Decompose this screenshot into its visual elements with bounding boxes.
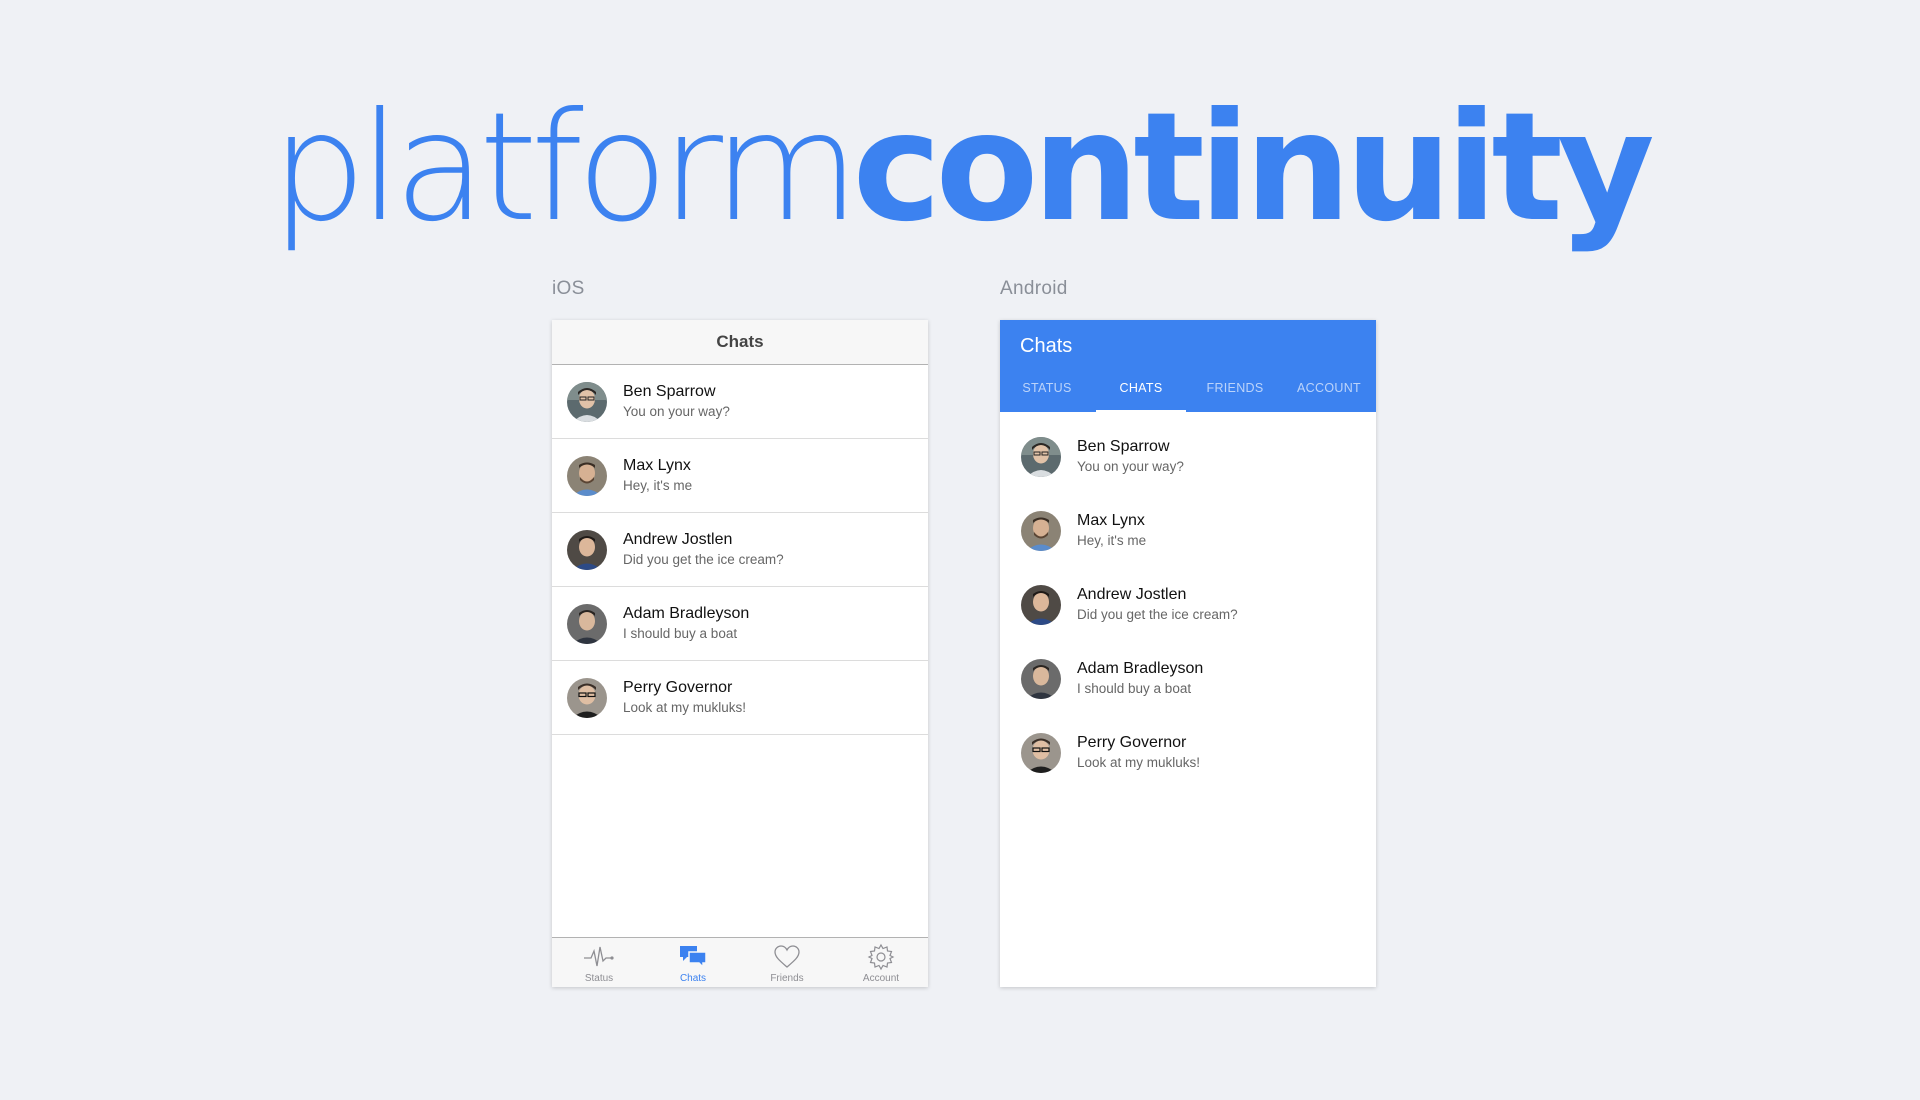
chat-text: Max Lynx Hey, it's me xyxy=(623,456,692,496)
chat-bubbles-icon xyxy=(678,942,708,972)
chat-name: Max Lynx xyxy=(623,456,691,474)
chat-name: Max Lynx xyxy=(1077,512,1145,529)
chat-name: Ben Sparrow xyxy=(623,382,716,400)
chat-list-item[interactable]: Perry Governor Look at my mukluks! xyxy=(1000,716,1376,790)
tab-account-label: Account xyxy=(862,973,900,984)
chat-list-item[interactable]: Adam Bradleyson I should buy a boat xyxy=(552,587,928,661)
android-app-bar: Chats STATUS CHATS FRIENDS ACCOUNT xyxy=(1000,320,1376,412)
chat-list-item[interactable]: Adam Bradleyson I should buy a boat xyxy=(1000,642,1376,716)
pulse-icon xyxy=(583,942,615,972)
chat-name: Andrew Jostlen xyxy=(1077,586,1187,603)
chat-name: Perry Governor xyxy=(1077,734,1187,751)
ios-phone-mockup: Chats Ben Sparrow You on your way? Max L… xyxy=(552,320,928,987)
avatar xyxy=(567,677,607,718)
chat-message: I should buy a boat xyxy=(623,625,738,641)
chat-message: Did you get the ice cream? xyxy=(1077,607,1238,622)
chat-list-item[interactable]: Ben Sparrow You on your way? xyxy=(1000,420,1376,494)
chat-list-item[interactable]: Max Lynx Hey, it's me xyxy=(552,439,928,513)
headline: platformcontinuity xyxy=(0,92,1920,243)
avatar xyxy=(1021,437,1061,477)
chat-message: Hey, it's me xyxy=(1077,533,1147,548)
tab-friends-label: Friends xyxy=(770,973,804,984)
chat-text: Adam Bradleyson I should buy a boat xyxy=(1077,659,1203,699)
android-tab-strip: STATUS CHATS FRIENDS ACCOUNT xyxy=(1000,364,1376,412)
tab-friends[interactable]: FRIENDS xyxy=(1188,364,1282,412)
chat-name: Ben Sparrow xyxy=(1077,438,1170,455)
avatar xyxy=(567,381,607,422)
chat-text: Andrew Jostlen Did you get the ice cream… xyxy=(623,530,784,570)
tab-status[interactable]: STATUS xyxy=(1000,364,1094,412)
android-chat-list: Ben Sparrow You on your way? Max Lynx He… xyxy=(1000,412,1376,790)
avatar xyxy=(1021,659,1061,699)
tab-status[interactable]: Status xyxy=(552,938,646,987)
chat-message: Hey, it's me xyxy=(623,477,693,493)
tab-account[interactable]: Account xyxy=(834,938,928,987)
chat-text: Ben Sparrow You on your way? xyxy=(1077,437,1184,477)
chat-text: Perry Governor Look at my mukluks! xyxy=(623,678,746,718)
chat-text: Adam Bradleyson I should buy a boat xyxy=(623,604,749,644)
headline-bold: continuity xyxy=(852,81,1655,255)
ios-tab-bar: Status Chats Friends Account xyxy=(552,937,928,987)
chat-list-item[interactable]: Andrew Jostlen Did you get the ice cream… xyxy=(1000,568,1376,642)
chat-text: Ben Sparrow You on your way? xyxy=(623,382,730,422)
chat-list-item[interactable]: Perry Governor Look at my mukluks! xyxy=(552,661,928,735)
avatar xyxy=(1021,585,1061,625)
avatar xyxy=(567,603,607,644)
chat-text: Perry Governor Look at my mukluks! xyxy=(1077,733,1200,773)
chat-name: Adam Bradleyson xyxy=(1077,660,1204,677)
chat-name: Andrew Jostlen xyxy=(623,530,733,548)
avatar xyxy=(1021,733,1061,773)
tab-friends[interactable]: Friends xyxy=(740,938,834,987)
ios-chat-list: Ben Sparrow You on your way? Max Lynx He… xyxy=(552,365,928,735)
tab-status-label: Status xyxy=(584,973,614,984)
chat-message: Look at my mukluks! xyxy=(1077,755,1201,770)
chat-text: Andrew Jostlen Did you get the ice cream… xyxy=(1077,585,1238,625)
chat-list-item[interactable]: Ben Sparrow You on your way? xyxy=(552,365,928,439)
android-phone-mockup: Chats STATUS CHATS FRIENDS ACCOUNT Ben S… xyxy=(1000,320,1376,987)
chat-text: Max Lynx Hey, it's me xyxy=(1077,511,1146,551)
tab-chats[interactable]: Chats xyxy=(646,938,740,987)
chat-name: Perry Governor xyxy=(623,678,733,696)
android-label: Android xyxy=(1000,278,1068,299)
chat-message: Look at my mukluks! xyxy=(623,699,747,715)
tab-account[interactable]: ACCOUNT xyxy=(1282,364,1376,412)
avatar xyxy=(1021,511,1061,551)
chat-message: Did you get the ice cream? xyxy=(623,551,784,567)
tab-chats[interactable]: CHATS xyxy=(1094,364,1188,412)
chat-list-item[interactable]: Andrew Jostlen Did you get the ice cream… xyxy=(552,513,928,587)
tab-chats-label: Chats xyxy=(679,973,707,984)
avatar xyxy=(567,529,607,570)
chat-message: I should buy a boat xyxy=(1077,681,1192,696)
android-appbar-title: Chats xyxy=(1020,335,1073,357)
headline-light: platform xyxy=(271,81,859,255)
ios-navbar: Chats xyxy=(552,320,928,365)
gear-icon xyxy=(867,942,895,972)
chat-message: You on your way? xyxy=(1077,459,1184,474)
ios-navbar-title: Chats xyxy=(716,332,764,351)
heart-icon xyxy=(773,942,801,972)
avatar xyxy=(567,455,607,496)
chat-message: You on your way? xyxy=(623,403,730,419)
chat-list-item[interactable]: Max Lynx Hey, it's me xyxy=(1000,494,1376,568)
chat-name: Adam Bradleyson xyxy=(623,604,750,622)
ios-label: iOS xyxy=(552,278,585,299)
